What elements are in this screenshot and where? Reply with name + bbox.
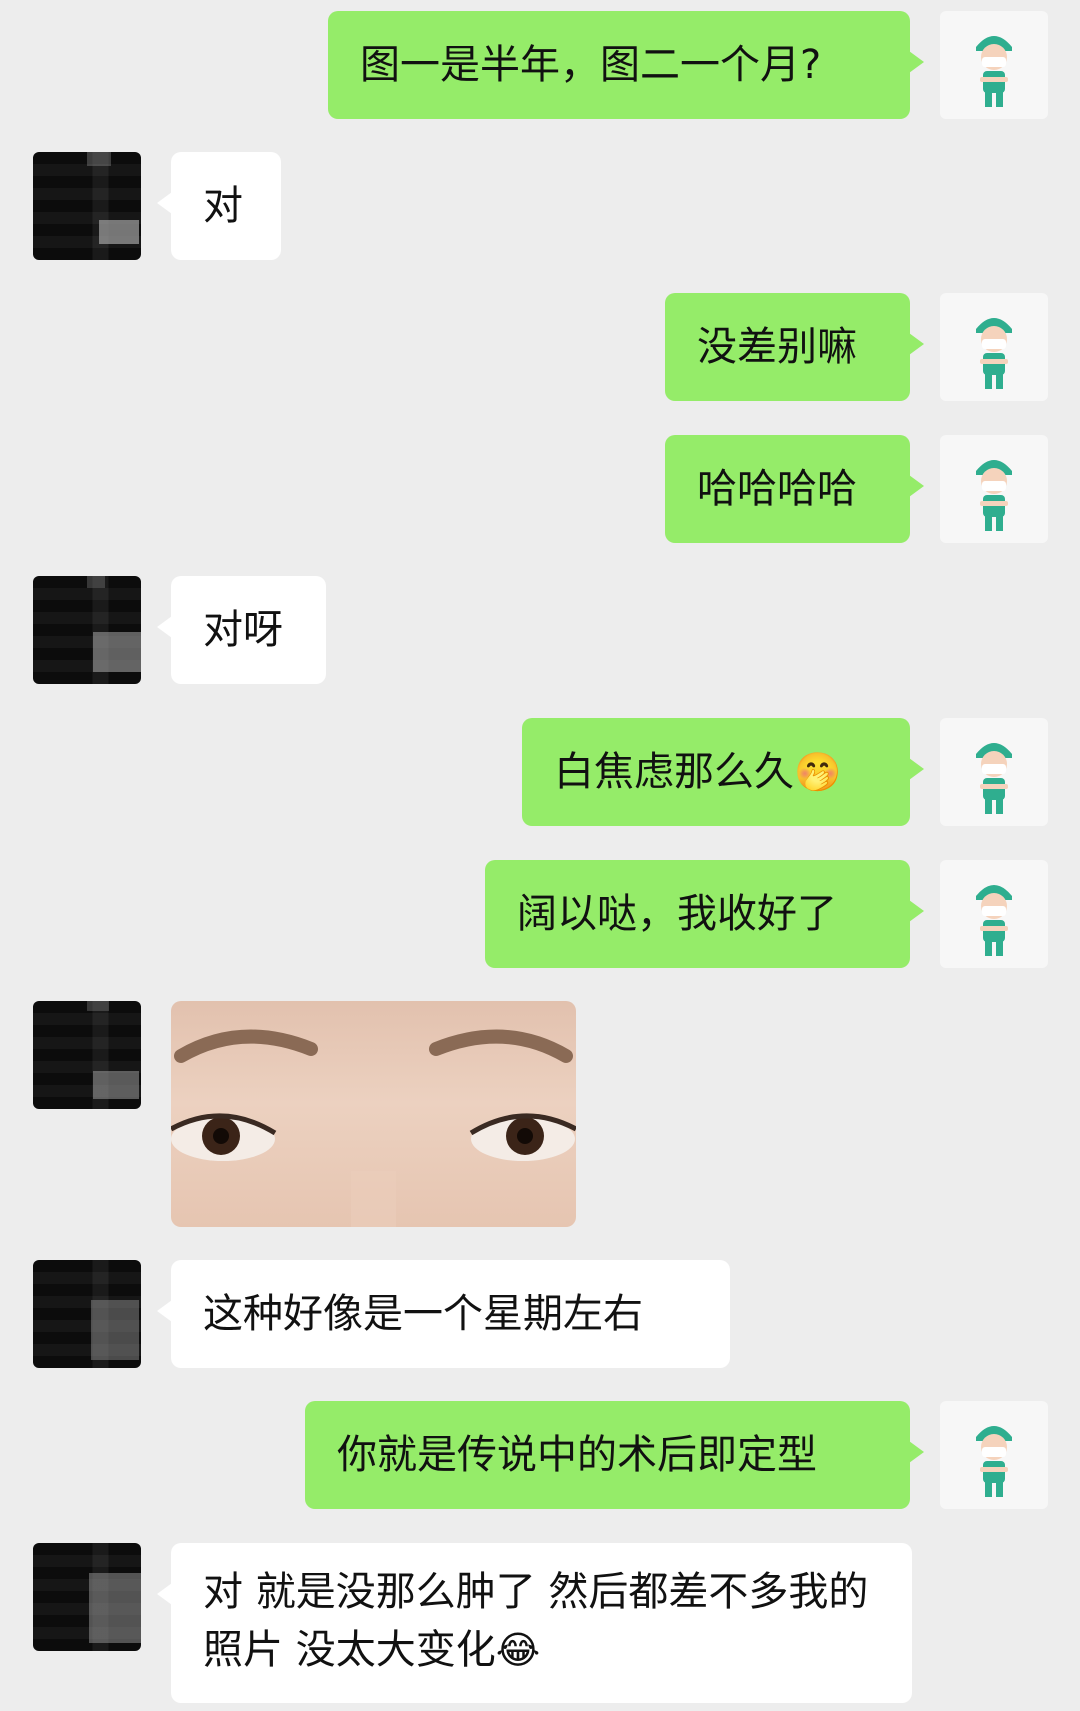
- nurse-avatar-icon[interactable]: [940, 435, 1048, 543]
- eyes-photo[interactable]: [171, 1001, 576, 1227]
- message-bubble-incoming[interactable]: 对: [157, 152, 281, 260]
- nurse-avatar-icon[interactable]: [940, 293, 1048, 401]
- message-bubble-outgoing[interactable]: 阔以哒，我收好了: [485, 860, 924, 968]
- message-bubble-outgoing[interactable]: 没差别嘛: [665, 293, 924, 401]
- message-bubble-outgoing[interactable]: 你就是传说中的术后即定型: [305, 1401, 924, 1509]
- message-text: 阔以哒，我收好了: [517, 891, 837, 937]
- message-text: 图一是半年，图二一个月?: [360, 42, 822, 88]
- message-text: 哈哈哈哈: [697, 466, 857, 512]
- tears-of-joy-icon: 😂: [495, 1628, 541, 1672]
- message-text: 白焦虑那么久: [554, 749, 794, 795]
- pixelated-avatar[interactable]: [33, 152, 141, 260]
- pixelated-avatar[interactable]: [33, 1260, 141, 1368]
- pixelated-avatar[interactable]: [33, 576, 141, 684]
- message-bubble-outgoing[interactable]: 白焦虑那么久🤭: [522, 718, 924, 826]
- nurse-avatar-icon[interactable]: [940, 11, 1048, 119]
- message-bubble-outgoing[interactable]: 哈哈哈哈: [665, 435, 924, 543]
- message-text: 你就是传说中的术后即定型: [337, 1432, 817, 1478]
- message-bubble-outgoing[interactable]: 图一是半年，图二一个月?: [328, 11, 924, 119]
- smirk-face-icon: 🤭: [794, 750, 842, 794]
- nurse-avatar-icon[interactable]: [940, 718, 1048, 826]
- nurse-avatar-icon[interactable]: [940, 860, 1048, 968]
- message-text: 没差别嘛: [697, 324, 857, 370]
- message-bubble-incoming[interactable]: 对呀: [157, 576, 326, 684]
- message-text: 对呀: [203, 607, 283, 653]
- chat-window: 图一是半年，图二一个月? 对 没差别嘛 哈哈哈哈 对呀 白焦虑那么久🤭 阔以哒，…: [0, 0, 1080, 1711]
- message-bubble-incoming[interactable]: 对 就是没那么肿了 然后都差不多我的照片 没太大变化😂: [157, 1543, 912, 1703]
- nurse-avatar-icon[interactable]: [940, 1401, 1048, 1509]
- pixelated-avatar[interactable]: [33, 1543, 141, 1651]
- message-text: 这种好像是一个星期左右: [203, 1291, 643, 1337]
- pixelated-avatar[interactable]: [33, 1001, 141, 1109]
- message-text: 对: [203, 183, 243, 229]
- message-bubble-incoming[interactable]: 这种好像是一个星期左右: [157, 1260, 730, 1368]
